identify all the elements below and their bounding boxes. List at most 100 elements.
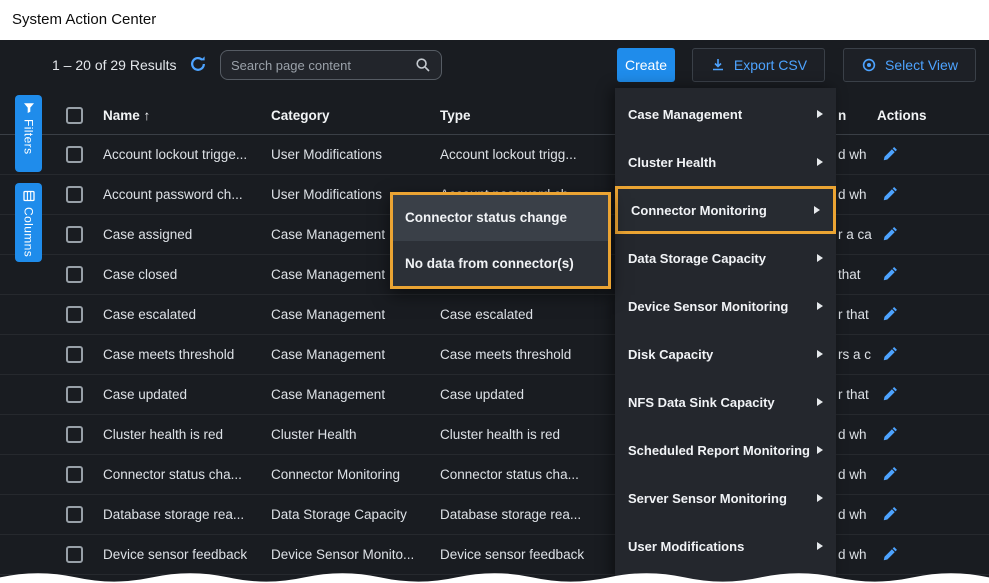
cell-name: Account lockout trigge... [103,135,265,175]
refresh-button[interactable] [187,54,209,76]
chevron-right-icon [817,254,823,262]
system-action-center-window: System Action Center 1 – 20 of 29 Result… [0,0,989,583]
table-row: Connector status cha... Connector Monito… [0,455,989,495]
row-checkbox[interactable] [66,186,83,203]
select-all-checkbox[interactable] [66,107,83,124]
row-checkbox[interactable] [66,226,83,243]
row-checkbox[interactable] [66,386,83,403]
cell-type: Case escalated [440,295,612,335]
row-checkbox[interactable] [66,506,83,523]
row-checkbox[interactable] [66,346,83,363]
menu-item-connector-monitoring[interactable]: Connector Monitoring [615,186,836,234]
columns-tab[interactable]: Columns [15,183,42,262]
edit-button[interactable] [881,426,899,444]
edit-button[interactable] [881,546,899,564]
row-checkbox[interactable] [66,146,83,163]
chevron-right-icon [817,302,823,310]
cell-type: Connector status cha... [440,455,612,495]
chevron-right-icon [817,542,823,550]
cell-description-fragment: d wh [838,535,880,575]
column-header-type[interactable]: Type [440,97,471,135]
submenu-item-label: Connector status change [405,210,567,225]
connector-monitoring-submenu: Connector status change No data from con… [390,192,611,289]
menu-item-server-sensor-monitoring[interactable]: Server Sensor Monitoring [615,474,836,522]
select-view-label: Select View [885,57,958,73]
cell-name: Case closed [103,255,265,295]
cell-name: Case meets threshold [103,335,265,375]
edit-button[interactable] [881,266,899,284]
cell-name: Connector status cha... [103,455,265,495]
edit-button[interactable] [881,186,899,204]
pencil-icon [883,386,898,401]
row-checkbox[interactable] [66,546,83,563]
search-box [220,50,442,80]
export-csv-button[interactable]: Export CSV [692,48,825,82]
pencil-icon [883,546,898,561]
chevron-right-icon [817,494,823,502]
cell-category: Case Management [271,375,435,415]
create-button[interactable]: Create [617,48,675,82]
chevron-right-icon [817,350,823,358]
cell-name: Case escalated [103,295,265,335]
column-header-category[interactable]: Category [271,97,330,135]
page-title: System Action Center [12,11,156,28]
create-dropdown-menu: Case Management Cluster Health Connector… [615,88,836,583]
menu-item-data-storage-capacity[interactable]: Data Storage Capacity [615,234,836,282]
export-csv-label: Export CSV [734,57,807,73]
menu-item-cluster-health[interactable]: Cluster Health [615,138,836,186]
cell-name: Account password ch... [103,175,265,215]
cell-category: Device Sensor Monito... [271,535,435,575]
cell-name: Cluster health is red [103,415,265,455]
menu-item-nfs-data-sink-capacity[interactable]: NFS Data Sink Capacity [615,378,836,426]
cell-type: Cluster health is red [440,415,612,455]
submenu-item-label: No data from connector(s) [405,256,574,271]
menu-item-label: NFS Data Sink Capacity [628,395,775,410]
edit-button[interactable] [881,506,899,524]
search-icon [415,57,431,73]
cell-name: Case updated [103,375,265,415]
create-button-label: Create [625,57,667,73]
row-checkbox[interactable] [66,426,83,443]
cell-description-fragment: r a ca [838,215,880,255]
results-count: 1 – 20 of 29 Results [52,57,177,73]
table-row: Cluster health is red Cluster Health Clu… [0,415,989,455]
search-input[interactable] [231,58,415,73]
edit-button[interactable] [881,146,899,164]
column-header-description-fragment: n [838,97,846,135]
cell-description-fragment: d wh [838,175,880,215]
table-row: Case escalated Case Management Case esca… [0,295,989,335]
edit-button[interactable] [881,466,899,484]
pencil-icon [883,266,898,281]
row-checkbox[interactable] [66,306,83,323]
cell-name: Database storage rea... [103,495,265,535]
submenu-item-no-data-from-connectors[interactable]: No data from connector(s) [393,241,608,287]
cell-name: Case assigned [103,215,265,255]
columns-tab-label: Columns [22,207,36,257]
table-row: Case meets threshold Case Management Cas… [0,335,989,375]
filters-tab-label: Filters [22,119,36,154]
cell-category: Connector Monitoring [271,455,435,495]
select-view-button[interactable]: Select View [843,48,976,82]
edit-button[interactable] [881,386,899,404]
menu-item-label: Device Sensor Monitoring [628,299,788,314]
cell-description-fragment: d wh [838,415,880,455]
column-header-name[interactable]: Name ↑ [103,97,150,135]
menu-item-disk-capacity[interactable]: Disk Capacity [615,330,836,378]
sort-ascending-icon: ↑ [144,108,151,123]
menu-item-user-modifications[interactable]: User Modifications [615,522,836,570]
menu-item-label: Scheduled Report Monitoring [628,443,810,458]
menu-item-label: Case Management [628,107,742,122]
cell-description-fragment: r that [838,295,880,335]
menu-item-case-management[interactable]: Case Management [615,90,836,138]
filters-tab[interactable]: Filters [15,95,42,172]
menu-item-scheduled-report-monitoring[interactable]: Scheduled Report Monitoring [615,426,836,474]
row-checkbox[interactable] [66,266,83,283]
edit-button[interactable] [881,306,899,324]
pencil-icon [883,146,898,161]
edit-button[interactable] [881,226,899,244]
edit-button[interactable] [881,346,899,364]
columns-icon [23,190,35,202]
submenu-item-connector-status-change[interactable]: Connector status change [393,195,608,241]
row-checkbox[interactable] [66,466,83,483]
menu-item-device-sensor-monitoring[interactable]: Device Sensor Monitoring [615,282,836,330]
